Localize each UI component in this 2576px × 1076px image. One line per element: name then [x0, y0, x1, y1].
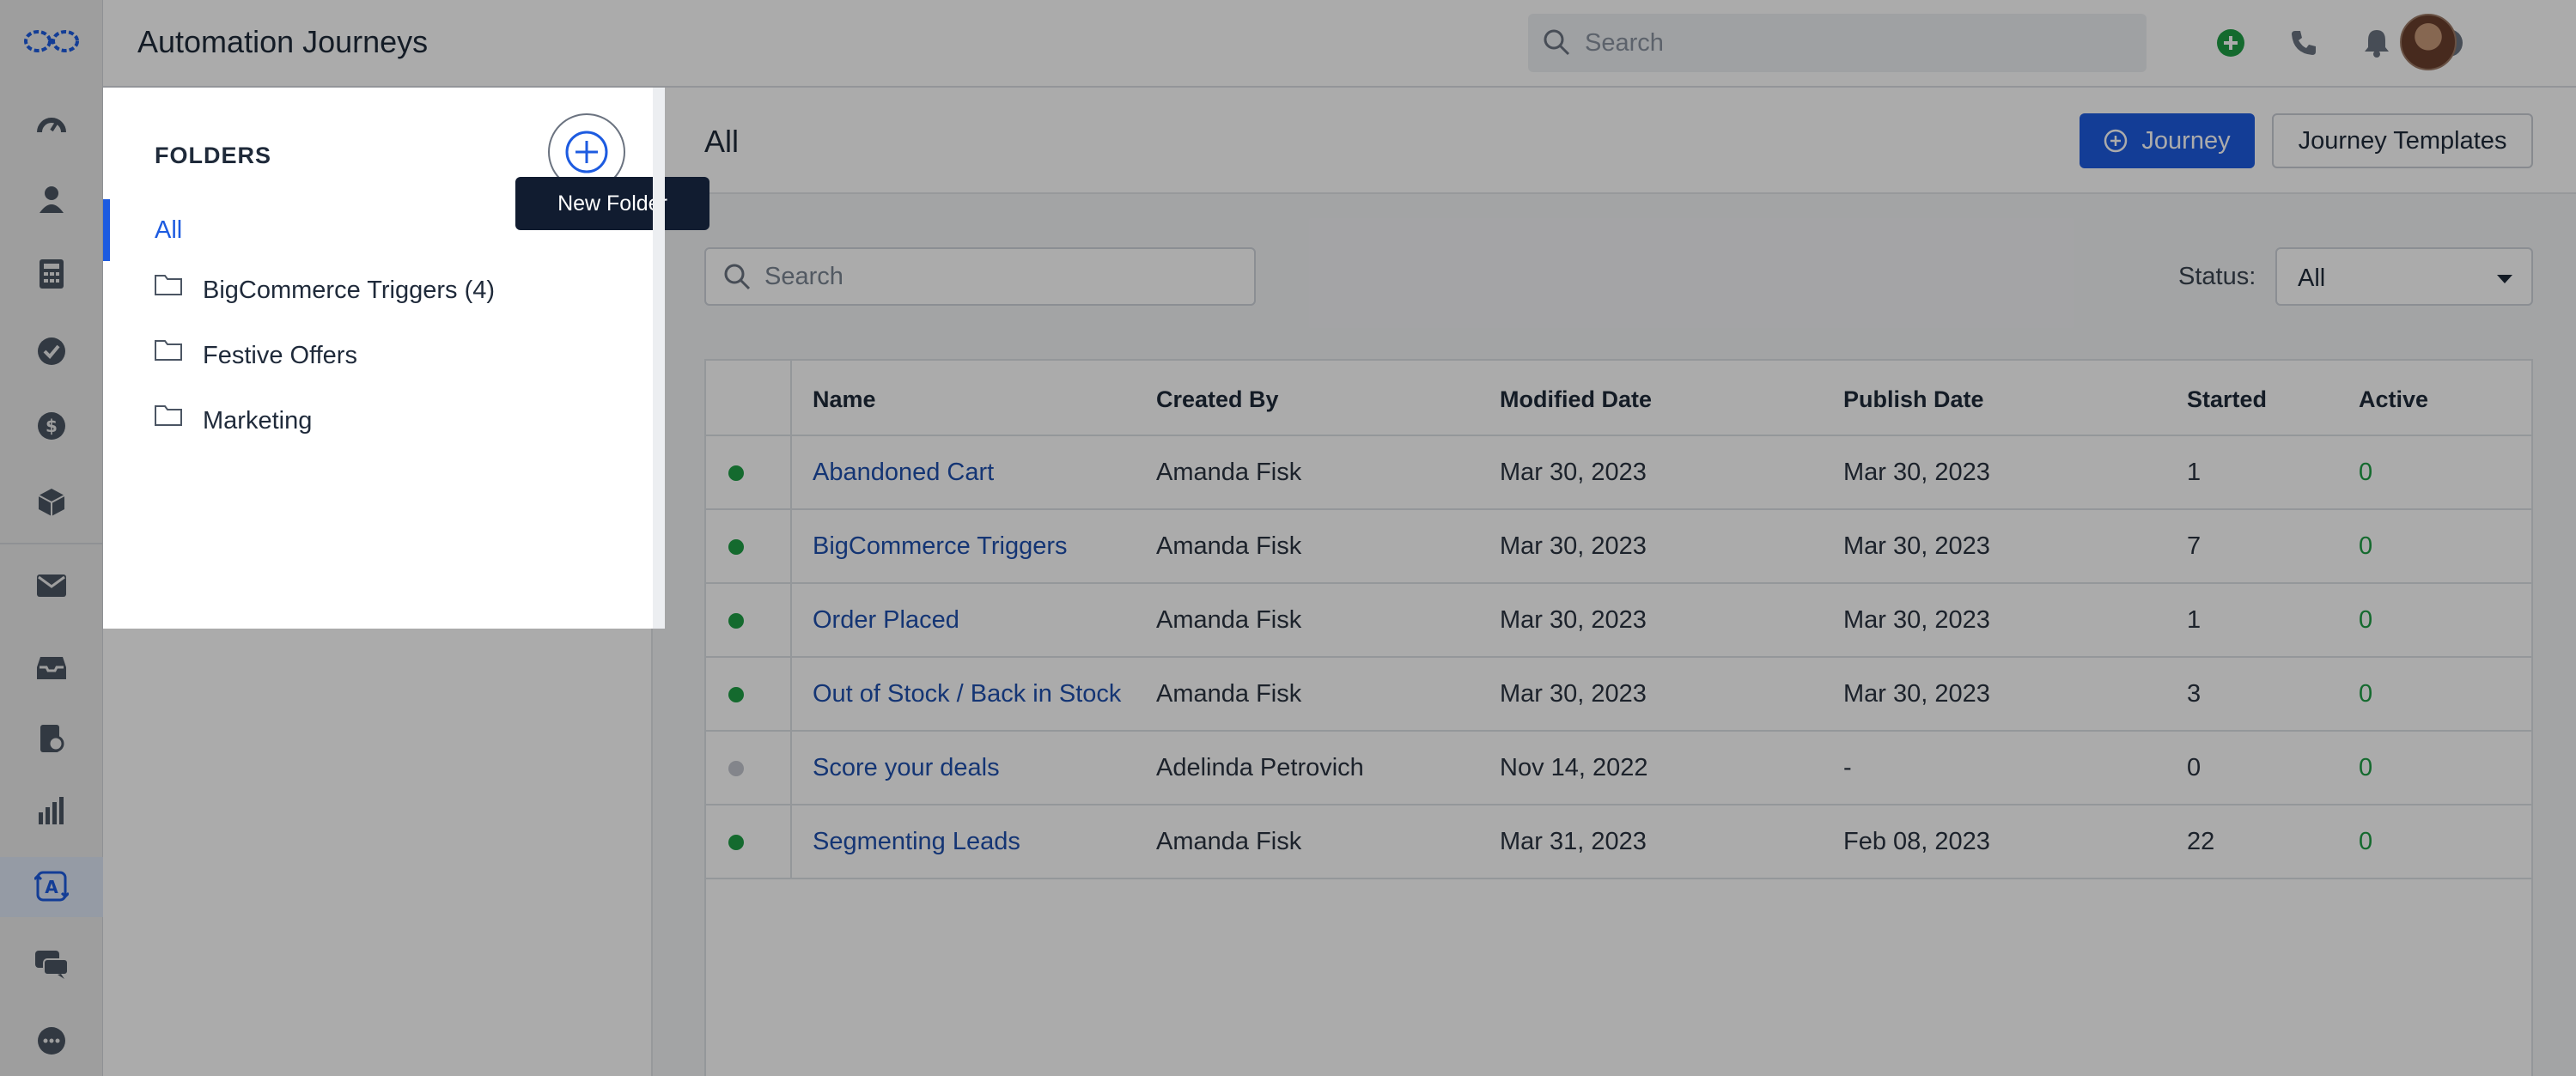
folder-item-label: Marketing [203, 407, 313, 435]
folder-item-label: Festive Offers [203, 342, 357, 369]
folder-item-label: BigCommerce Triggers (4) [203, 277, 496, 304]
folders-popover: FOLDERS New Folder All BigCommerce Trigg… [103, 88, 709, 629]
new-folder-tooltip: New Folder [515, 177, 709, 230]
plus-circle-icon [565, 131, 608, 173]
folder-item[interactable]: BigCommerce Triggers (4) [155, 266, 601, 318]
folder-icon [155, 338, 182, 365]
folder-item-label: All [155, 216, 183, 244]
folders-heading: FOLDERS [155, 143, 272, 168]
folder-item[interactable]: Festive Offers [155, 331, 601, 383]
folder-item[interactable]: Marketing [155, 397, 601, 448]
folder-icon [155, 404, 182, 430]
folder-icon [155, 273, 182, 300]
folders-scrollbar[interactable] [653, 88, 665, 629]
active-indicator [103, 199, 110, 261]
folder-item-all[interactable]: All [103, 199, 447, 261]
